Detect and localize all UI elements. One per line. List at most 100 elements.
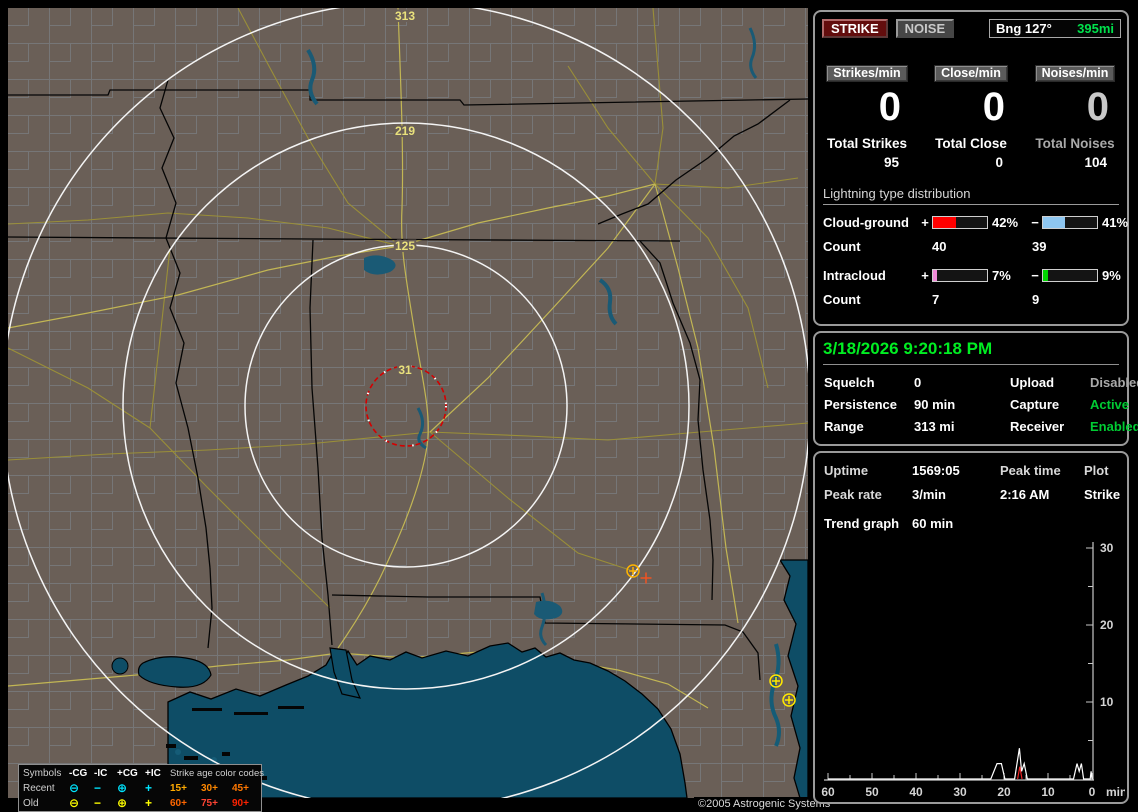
pos-ic-old-icon: + <box>145 796 153 810</box>
panel-counters: STRIKE NOISE Bng 127° 395mi Strikes/min … <box>813 10 1129 326</box>
datetime-display: 3/18/2026 9:20:18 PM <box>823 339 1119 365</box>
noises-per-min-button[interactable]: Noises/min <box>1034 65 1116 82</box>
cg-count-label: Count <box>823 239 861 254</box>
plot-value: Strike <box>1084 487 1121 502</box>
squelch-label: Squelch <box>824 375 875 390</box>
age-75: 75+ <box>201 798 218 809</box>
total-close-label: Total Close <box>935 136 1007 151</box>
age-90: 90+ <box>232 798 249 809</box>
map-canvas[interactable]: 313 219 125 31 <box>8 8 808 798</box>
strikes-per-min-button[interactable]: Strikes/min <box>826 65 908 82</box>
cg-positive-count: 40 <box>932 239 947 254</box>
age-60: 60+ <box>170 798 187 809</box>
legend-symbols-header: Symbols <box>23 768 62 779</box>
strike-mode-button[interactable]: STRIKE <box>822 19 888 38</box>
total-strikes-value: 95 <box>883 155 899 170</box>
svg-text:min: min <box>1106 785 1125 799</box>
bearing-range-display: Bng 127° 395mi <box>989 19 1121 38</box>
bearing-value: Bng 127° <box>996 21 1052 36</box>
cg-negative-bar <box>1042 216 1098 229</box>
svg-text:30: 30 <box>1100 541 1114 555</box>
legend-col-neg-cg: -CG <box>69 768 88 779</box>
peak-rate-label: Peak rate <box>824 487 882 502</box>
svg-text:60: 60 <box>821 785 835 799</box>
trend-window-value: 60 min <box>912 516 954 531</box>
distribution-title: Lightning type distribution <box>823 186 1119 205</box>
plot-label: Plot <box>1084 463 1109 478</box>
receiver-state: Enabled <box>1090 419 1138 434</box>
age-30: 30+ <box>201 783 218 794</box>
noises-per-min-value: 0 <box>1086 85 1109 129</box>
persistence-value: 90 min <box>914 397 956 412</box>
peak-rate-value: 3/min <box>912 487 946 502</box>
map-area[interactable]: 313 219 125 31 Symbols -CG -IC +CG +IC Stri… <box>8 8 835 812</box>
ring-label-219: 219 <box>395 124 415 138</box>
ic-positive-pct: 7% <box>992 268 1011 283</box>
ic-count-label: Count <box>823 292 861 307</box>
capture-state: Active <box>1090 397 1130 412</box>
ring-label-313: 313 <box>395 9 415 23</box>
total-noises-label: Total Noises <box>1035 136 1115 151</box>
upload-state: Disabled <box>1090 375 1138 390</box>
svg-text:40: 40 <box>909 785 923 799</box>
app-window: 313 219 125 31 Symbols -CG -IC +CG +IC Stri… <box>0 0 1138 812</box>
svg-text:30: 30 <box>953 785 967 799</box>
total-close-value: 0 <box>995 155 1003 170</box>
legend-age-title: Strike age color codes <box>170 768 264 779</box>
intracloud-label: Intracloud <box>823 268 886 283</box>
neg-cg-old-icon: ⊖ <box>69 796 80 810</box>
trend-graph: 10 20 30 60 50 40 30 20 10 0 min <box>821 541 1125 799</box>
ring-label-31: 31 <box>398 363 412 377</box>
pos-cg-old-icon: ⊕ <box>117 796 128 810</box>
svg-text:20: 20 <box>997 785 1011 799</box>
legend-col-neg-ic: -IC <box>94 768 108 779</box>
total-noises-value: 104 <box>1084 155 1107 170</box>
neg-ic-old-icon: − <box>94 796 102 810</box>
peak-time-value: 2:16 AM <box>1000 487 1050 502</box>
close-per-min-button[interactable]: Close/min <box>934 65 1008 82</box>
plus-sign: + <box>921 215 929 230</box>
ic-positive-bar <box>932 269 988 282</box>
legend-col-pos-cg: +CG <box>117 768 138 779</box>
strikes-per-min-value: 0 <box>878 85 901 129</box>
ic-positive-count: 7 <box>932 292 940 307</box>
receiver-label: Receiver <box>1010 419 1065 434</box>
squelch-value: 0 <box>914 375 922 390</box>
noise-mode-button[interactable]: NOISE <box>895 19 955 38</box>
pos-ic-recent-icon: + <box>145 781 153 795</box>
svg-text:10: 10 <box>1041 785 1055 799</box>
uptime-label: Uptime <box>824 463 869 478</box>
range-value: 395mi <box>1077 21 1114 36</box>
ic-negative-bar <box>1042 269 1098 282</box>
plus-sign: + <box>921 268 929 283</box>
upload-label: Upload <box>1010 375 1055 390</box>
range-label: Range <box>824 419 864 434</box>
peak-time-label: Peak time <box>1000 463 1061 478</box>
cg-negative-pct: 41% <box>1102 215 1129 230</box>
minus-sign: − <box>1031 268 1039 283</box>
cloud-ground-label: Cloud-ground <box>823 215 909 230</box>
ic-negative-count: 9 <box>1032 292 1040 307</box>
persistence-label: Persistence <box>824 397 897 412</box>
svg-text:50: 50 <box>865 785 879 799</box>
neg-ic-recent-icon: − <box>94 781 102 795</box>
map-legend: Symbols -CG -IC +CG +IC Strike age color… <box>18 764 264 812</box>
legend-row-recent-label: Recent <box>23 783 55 794</box>
pos-cg-recent-icon: ⊕ <box>117 781 128 795</box>
svg-text:20: 20 <box>1100 618 1114 632</box>
cg-positive-pct: 42% <box>992 215 1019 230</box>
trend-graph-label: Trend graph <box>824 516 900 531</box>
ring-label-125: 125 <box>395 239 415 253</box>
total-strikes-label: Total Strikes <box>826 136 908 151</box>
close-per-min-value: 0 <box>982 85 1005 129</box>
legend-row-old-label: Old <box>23 798 39 809</box>
legend-col-pos-ic: +IC <box>145 768 161 779</box>
panel-stats: Uptime 1569:05 Peak time Plot Peak rate … <box>813 451 1129 804</box>
neg-cg-recent-icon: ⊖ <box>69 781 80 795</box>
svg-text:10: 10 <box>1100 695 1114 709</box>
range-setting-value: 313 mi <box>914 419 955 434</box>
age-45: 45+ <box>232 783 249 794</box>
ic-negative-pct: 9% <box>1102 268 1121 283</box>
capture-label: Capture <box>1010 397 1060 412</box>
cg-positive-bar <box>932 216 988 229</box>
